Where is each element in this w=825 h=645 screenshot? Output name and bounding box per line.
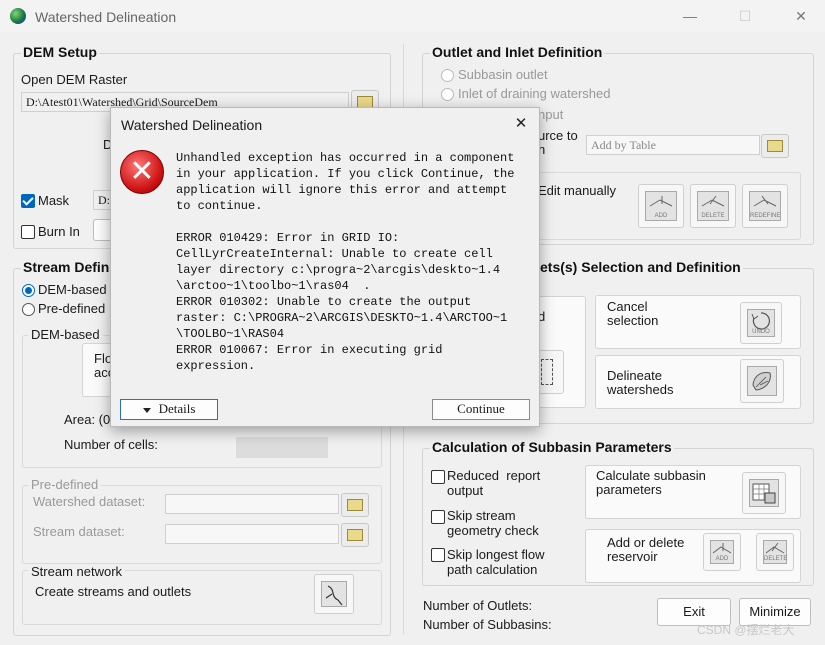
select-outlet-button[interactable] xyxy=(538,350,564,394)
skip-stream-checkbox[interactable] xyxy=(431,510,445,524)
stream-network-icon xyxy=(321,581,347,607)
delete-point-icon: DELETE xyxy=(697,191,729,221)
watershed-dataset-label: Watershed dataset: xyxy=(33,494,146,509)
skip-longest-label: Skip longest flow path calculation xyxy=(447,547,545,577)
stream-dataset-label: Stream dataset: xyxy=(33,524,125,539)
dem-based-radio-label: DEM-based xyxy=(38,282,107,297)
calculate-parameters-label: Calculate subbasin parameters xyxy=(596,468,706,497)
redefine-point-icon: REDEFINE xyxy=(749,191,781,221)
folder-icon xyxy=(347,529,363,541)
add-point-icon: ADD xyxy=(645,191,677,221)
dem-based-radio[interactable] xyxy=(22,284,35,297)
burn-in-label: Burn In xyxy=(38,224,80,239)
dialog-close-button[interactable]: ✕ xyxy=(511,114,531,134)
cancel-selection-label: Cancel selection xyxy=(607,299,659,328)
number-of-cells-field[interactable] xyxy=(236,437,328,458)
add-reservoir-button[interactable]: ADD xyxy=(703,533,741,571)
add-by-table-browse-button[interactable] xyxy=(761,134,789,158)
dialog-title: Watershed Delineation xyxy=(121,117,263,133)
stream-network-label: Stream network xyxy=(28,564,126,579)
inlet-draining-radio[interactable] xyxy=(441,88,454,101)
pre-defined-radio[interactable] xyxy=(22,303,35,316)
subbasin-outlet-radio[interactable] xyxy=(441,69,454,82)
outlet-selection-header: ets(s) Selection and Definition xyxy=(538,259,743,275)
stream-definition-header: Stream Defin xyxy=(21,259,112,275)
redefine-outlet-button[interactable]: REDEFINE xyxy=(742,184,788,228)
reservoir-label: Add or delete reservoir xyxy=(607,535,685,564)
stream-dataset-field[interactable] xyxy=(165,524,339,544)
calculation-header: Calculation of Subbasin Parameters xyxy=(430,439,674,455)
skip-longest-checkbox[interactable] xyxy=(431,548,445,562)
reduced-report-label: Reduced report output xyxy=(447,468,541,498)
inlet-draining-label: Inlet of draining watershed xyxy=(458,86,611,101)
maximize-window-button[interactable]: ☐ xyxy=(732,3,758,29)
create-streams-label: Create streams and outlets xyxy=(35,584,192,599)
app-globe-icon xyxy=(10,8,26,24)
mask-label: Mask xyxy=(38,193,70,208)
watershed-dataset-browse-button[interactable] xyxy=(341,493,369,517)
input-partial-label: nput xyxy=(538,107,564,122)
delete-outlet-button[interactable]: DELETE xyxy=(690,184,736,228)
close-window-button[interactable]: ✕ xyxy=(788,3,814,29)
delineate-watersheds-button[interactable] xyxy=(740,359,784,403)
continue-button[interactable]: Continue xyxy=(432,399,530,420)
number-of-cells-label: Number of cells: xyxy=(64,437,158,452)
stream-dataset-browse-button[interactable] xyxy=(341,523,369,547)
chevron-down-icon xyxy=(142,407,151,413)
dem-setup-header: DEM Setup xyxy=(21,44,99,60)
details-label: Details xyxy=(158,401,196,416)
edit-manually-label: Edit manually xyxy=(538,183,617,198)
delineate-watersheds-label: Delineate watersheds xyxy=(607,368,674,397)
error-icon: ✕ xyxy=(120,150,164,194)
mask-checkbox[interactable] xyxy=(21,194,35,208)
watershed-map-icon xyxy=(747,366,777,396)
add-reservoir-icon: ADD xyxy=(710,540,734,564)
reduced-report-checkbox[interactable] xyxy=(431,470,445,484)
calculator-table-icon xyxy=(749,479,779,507)
pre-defined-group-label: Pre-defined xyxy=(28,477,102,492)
create-streams-button[interactable] xyxy=(314,574,354,614)
point-source-label: urce to n xyxy=(538,128,578,157)
minimize-window-button[interactable]: — xyxy=(677,3,703,29)
area-label: Area: (0 xyxy=(64,412,111,427)
outlet-inlet-header: Outlet and Inlet Definition xyxy=(430,44,605,60)
error-message-intro: Unhandled exception has occurred in a co… xyxy=(176,151,515,213)
burn-in-checkbox[interactable] xyxy=(21,225,35,239)
number-of-outlets-label: Number of Outlets: xyxy=(423,598,533,613)
folder-icon xyxy=(767,140,783,152)
error-dialog: Watershed Delineation ✕ ✕ Unhandled exce… xyxy=(110,107,540,427)
skip-stream-label: Skip stream geometry check xyxy=(447,508,539,538)
selection-box-icon xyxy=(541,359,553,385)
watershed-dataset-field[interactable] xyxy=(165,494,339,514)
dem-based-group-label: DEM-based xyxy=(28,327,103,342)
watermark: CSDN @摆烂老大 xyxy=(697,623,795,637)
delete-reservoir-button[interactable]: DELETE xyxy=(756,533,794,571)
add-outlet-button[interactable]: ADD xyxy=(638,184,684,228)
details-button[interactable]: Details xyxy=(120,399,218,420)
add-by-table-field[interactable]: Add by Table xyxy=(586,135,760,155)
undo-button[interactable]: UNDO xyxy=(740,302,782,344)
delete-reservoir-icon: DELETE xyxy=(763,540,787,564)
window-title: Watershed Delineation xyxy=(35,9,177,25)
open-dem-label: Open DEM Raster xyxy=(21,72,128,87)
undo-icon: UNDO xyxy=(747,309,775,337)
folder-icon xyxy=(347,499,363,511)
subbasin-outlet-label: Subbasin outlet xyxy=(458,67,548,82)
number-of-subbasins-label: Number of Subbasins: xyxy=(423,617,552,632)
pre-defined-radio-label: Pre-defined xyxy=(38,301,106,316)
calculate-parameters-button[interactable] xyxy=(742,472,786,514)
error-message-details: ERROR 010429: Error in GRID IO: CellLyrC… xyxy=(176,231,508,373)
